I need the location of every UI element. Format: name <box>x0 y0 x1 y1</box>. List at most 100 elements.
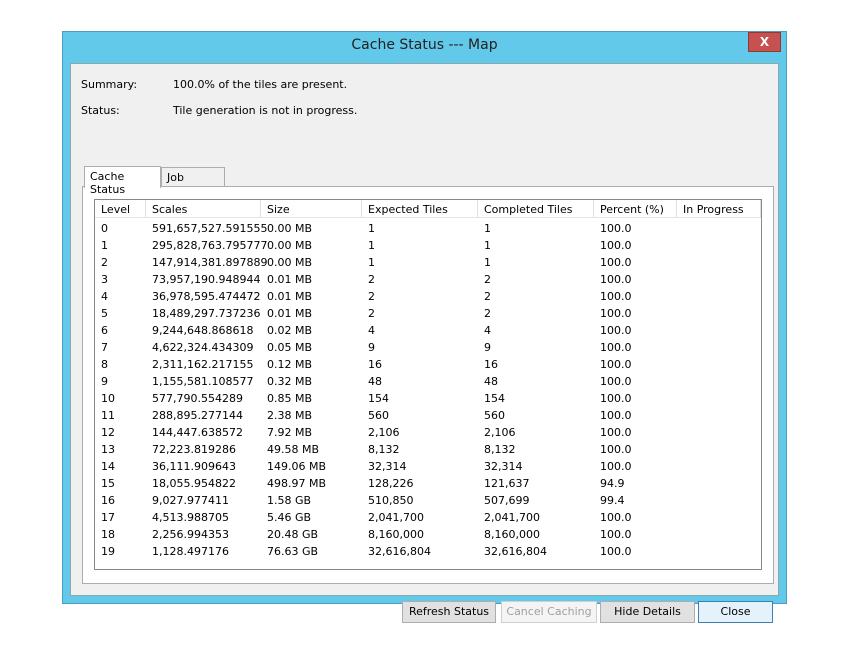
cell-scales: 72,223.819286 <box>152 443 236 456</box>
cell-percent: 100.0 <box>600 307 632 320</box>
cell-expected-tiles: 32,314 <box>368 460 407 473</box>
cell-size: 0.32 MB <box>267 375 313 388</box>
table-row[interactable]: 11 288,895.277144 2.38 MB 560 560 100.0 <box>95 407 761 424</box>
window-title: Cache Status --- Map <box>351 37 498 53</box>
cell-scales: 577,790.554289 <box>152 392 243 405</box>
table-row[interactable]: 7 4,622,324.434309 0.05 MB 9 9 100.0 <box>95 339 761 356</box>
window-close-button[interactable]: X <box>748 32 781 52</box>
cell-level: 18 <box>101 528 115 541</box>
table-row[interactable]: 1 295,828,763.795777 0.00 MB 1 1 100.0 <box>95 237 761 254</box>
refresh-status-button[interactable]: Refresh Status <box>402 601 496 623</box>
cell-scales: 4,622,324.434309 <box>152 341 254 354</box>
cell-level: 12 <box>101 426 115 439</box>
cell-completed-tiles: 1 <box>484 222 491 235</box>
cell-scales: 144,447.638572 <box>152 426 243 439</box>
cell-scales: 4,513.988705 <box>152 511 229 524</box>
table-row[interactable]: 6 9,244,648.868618 0.02 MB 4 4 100.0 <box>95 322 761 339</box>
cell-percent: 100.0 <box>600 460 632 473</box>
cell-level: 9 <box>101 375 108 388</box>
cell-size: 0.05 MB <box>267 341 313 354</box>
table-row[interactable]: 2 147,914,381.897889 0.00 MB 1 1 100.0 <box>95 254 761 271</box>
cell-scales: 1,128.497176 <box>152 545 229 558</box>
cancel-caching-button[interactable]: Cancel Caching <box>501 601 597 623</box>
cell-expected-tiles: 16 <box>368 358 382 371</box>
cell-level: 10 <box>101 392 115 405</box>
table-row[interactable]: 10 577,790.554289 0.85 MB 154 154 100.0 <box>95 390 761 407</box>
cell-scales: 36,111.909643 <box>152 460 236 473</box>
cell-percent: 100.0 <box>600 426 632 439</box>
table-row[interactable]: 14 36,111.909643 149.06 MB 32,314 32,314 100.… <box>95 458 761 475</box>
table-row[interactable]: 3 73,957,190.948944 0.01 MB 2 2 100.0 <box>95 271 761 288</box>
column-header-scales[interactable]: Scales <box>146 200 261 218</box>
cell-completed-tiles: 507,699 <box>484 494 530 507</box>
cell-level: 0 <box>101 222 108 235</box>
cell-level: 6 <box>101 324 108 337</box>
cell-expected-tiles: 510,850 <box>368 494 414 507</box>
cell-percent: 100.0 <box>600 273 632 286</box>
cell-percent: 100.0 <box>600 511 632 524</box>
cell-expected-tiles: 1 <box>368 239 375 252</box>
cell-percent: 100.0 <box>600 324 632 337</box>
cell-percent: 100.0 <box>600 290 632 303</box>
tab-job-status[interactable]: Job Status <box>161 167 225 197</box>
dialog-body: Summary: 100.0% of the tiles are present… <box>70 63 779 623</box>
cell-level: 16 <box>101 494 115 507</box>
cell-completed-tiles: 2,106 <box>484 426 516 439</box>
cell-expected-tiles: 2 <box>368 290 375 303</box>
cell-completed-tiles: 4 <box>484 324 491 337</box>
column-header-percent[interactable]: Percent (%) <box>594 200 677 218</box>
cell-level: 17 <box>101 511 115 524</box>
table-row[interactable]: 5 18,489,297.737236 0.01 MB 2 2 100.0 <box>95 305 761 322</box>
table-row[interactable]: 8 2,311,162.217155 0.12 MB 16 16 100.0 <box>95 356 761 373</box>
cell-level: 15 <box>101 477 115 490</box>
cell-percent: 100.0 <box>600 222 632 235</box>
table-row[interactable]: 18 2,256.994353 20.48 GB 8,160,000 8,160,000… <box>95 526 761 543</box>
table-row[interactable]: 13 72,223.819286 49.58 MB 8,132 8,132 100.0 <box>95 441 761 458</box>
cell-size: 0.12 MB <box>267 358 313 371</box>
cell-percent: 100.0 <box>600 239 632 252</box>
cell-completed-tiles: 154 <box>484 392 505 405</box>
hide-details-button[interactable]: Hide Details <box>600 601 695 623</box>
column-header-size[interactable]: Size <box>261 200 362 218</box>
cell-scales: 591,657,527.591555 <box>152 222 268 235</box>
tab-cache-status[interactable]: Cache Status <box>84 166 161 196</box>
cell-size: 0.02 MB <box>267 324 313 337</box>
cell-percent: 100.0 <box>600 545 632 558</box>
cell-scales: 18,489,297.737236 <box>152 307 261 320</box>
cell-scales: 9,027.977411 <box>152 494 229 507</box>
table-row[interactable]: 12 144,447.638572 7.92 MB 2,106 2,106 100.0 <box>95 424 761 441</box>
cell-size: 20.48 GB <box>267 528 319 541</box>
cell-level: 5 <box>101 307 108 320</box>
column-header-in-progress[interactable]: In Progress <box>677 200 761 218</box>
cell-expected-tiles: 2 <box>368 273 375 286</box>
close-button[interactable]: Close <box>698 601 773 623</box>
cell-expected-tiles: 48 <box>368 375 382 388</box>
cache-levels-table[interactable]: Level Scales Size Expected Tiles Completed T… <box>94 199 762 570</box>
table-row[interactable]: 17 4,513.988705 5.46 GB 2,041,700 2,041,700 1… <box>95 509 761 526</box>
summary-label: Summary: <box>81 78 138 91</box>
cell-completed-tiles: 16 <box>484 358 498 371</box>
cell-size: 1.58 GB <box>267 494 312 507</box>
cell-percent: 100.0 <box>600 443 632 456</box>
cell-size: 0.00 MB <box>267 222 313 235</box>
column-header-completed-tiles[interactable]: Completed Tiles <box>478 200 594 218</box>
table-row[interactable]: 0 591,657,527.591555 0.00 MB 1 1 100.0 <box>95 220 761 237</box>
cell-expected-tiles: 154 <box>368 392 389 405</box>
table-row[interactable]: 4 36,978,595.474472 0.01 MB 2 2 100.0 <box>95 288 761 305</box>
cell-level: 19 <box>101 545 115 558</box>
cell-scales: 1,155,581.108577 <box>152 375 254 388</box>
cell-scales: 18,055.954822 <box>152 477 236 490</box>
cell-level: 3 <box>101 273 108 286</box>
cell-level: 2 <box>101 256 108 269</box>
table-row[interactable]: 19 1,128.497176 76.63 GB 32,616,804 32,616,8… <box>95 543 761 560</box>
table-row[interactable]: 15 18,055.954822 498.97 MB 128,226 121,637 94… <box>95 475 761 492</box>
column-header-level[interactable]: Level <box>95 200 146 218</box>
cell-expected-tiles: 8,160,000 <box>368 528 424 541</box>
table-row[interactable]: 9 1,155,581.108577 0.32 MB 48 48 100.0 <box>95 373 761 390</box>
cell-scales: 9,244,648.868618 <box>152 324 254 337</box>
cell-completed-tiles: 560 <box>484 409 505 422</box>
column-header-expected-tiles[interactable]: Expected Tiles <box>362 200 478 218</box>
table-row[interactable]: 16 9,027.977411 1.58 GB 510,850 507,699 99.4 <box>95 492 761 509</box>
summary-value: 100.0% of the tiles are present. <box>173 78 348 91</box>
cell-size: 0.01 MB <box>267 290 313 303</box>
